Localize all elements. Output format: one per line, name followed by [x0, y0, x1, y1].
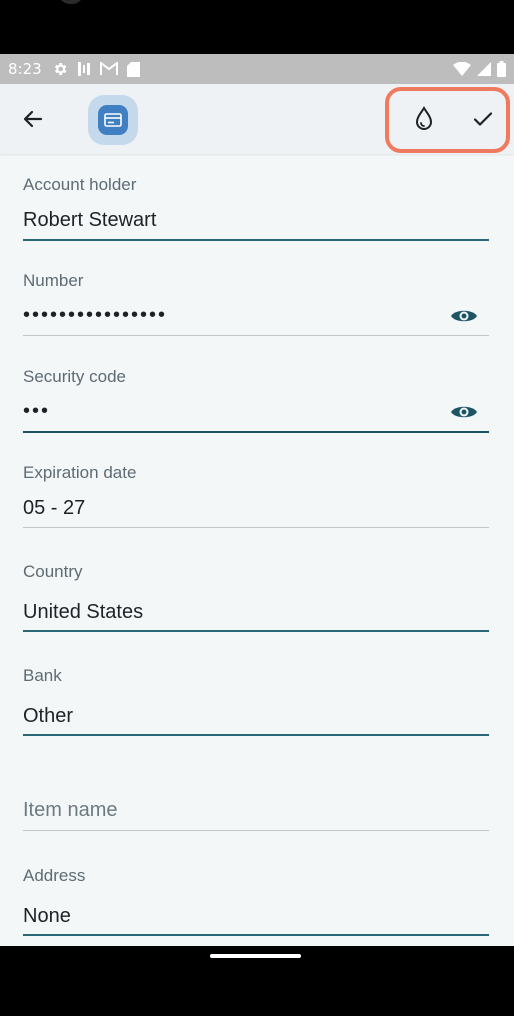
checkmark-icon [473, 112, 493, 126]
account-holder-input[interactable]: Robert Stewart [23, 209, 156, 232]
status-bar: 8:23 [0, 54, 514, 84]
item-type-badge [88, 95, 138, 145]
arrow-back-icon [23, 110, 43, 128]
address-input[interactable]: None [23, 905, 71, 928]
home-gesture-handle[interactable] [210, 954, 301, 958]
gmail-icon [99, 62, 118, 75]
field-underline [23, 630, 489, 632]
signal-icon [477, 62, 491, 76]
card-number-input[interactable]: •••••••••••••••• [23, 304, 167, 327]
data-icon [77, 62, 90, 76]
eye-icon [451, 406, 477, 418]
eye-icon [451, 310, 477, 322]
field-underline [23, 934, 489, 936]
save-button[interactable] [467, 103, 499, 135]
toggle-visibility-button[interactable] [449, 306, 479, 326]
account-holder-field[interactable]: Account holder Robert Stewart [23, 175, 489, 241]
field-underline [23, 527, 489, 528]
item-name-input[interactable]: Item name [23, 799, 117, 822]
field-underline [23, 431, 489, 433]
country-select[interactable]: United States [23, 601, 143, 624]
field-label: Country [23, 562, 83, 581]
field-underline [23, 239, 489, 241]
toggle-visibility-button[interactable] [449, 402, 479, 422]
wifi-icon [453, 62, 471, 76]
field-underline [23, 734, 489, 736]
back-button[interactable] [18, 104, 48, 134]
camera-cutout [58, 0, 84, 4]
status-time: 8:23 [8, 60, 42, 78]
top-app-bar [0, 84, 514, 154]
field-label: Expiration date [23, 463, 137, 482]
bank-field[interactable]: Bank Other [23, 666, 489, 736]
expiration-date-field[interactable]: Expiration date 05 - 27 [23, 463, 489, 529]
gear-icon [54, 63, 67, 75]
app-screen: Account holder Robert Stewart Number •••… [0, 84, 514, 946]
item-name-field[interactable]: Item name [23, 784, 489, 834]
field-label: Number [23, 271, 84, 290]
security-code-field[interactable]: Security code ••• [23, 367, 489, 433]
color-picker-button[interactable] [408, 103, 440, 135]
country-field[interactable]: Country United States [23, 562, 489, 632]
expiration-date-input[interactable]: 05 - 27 [23, 497, 85, 520]
field-label: Address [23, 866, 86, 885]
card-number-field[interactable]: Number •••••••••••••••• [23, 271, 489, 337]
bank-select[interactable]: Other [23, 705, 73, 728]
field-label: Security code [23, 367, 126, 386]
water-drop-icon [415, 106, 433, 130]
address-field[interactable]: Address None [23, 866, 489, 936]
security-code-input[interactable]: ••• [23, 400, 50, 423]
field-underline [23, 335, 489, 336]
credit-card-icon [104, 113, 122, 127]
sd-card-icon [126, 61, 140, 77]
battery-icon [497, 61, 506, 77]
field-underline [23, 830, 489, 831]
navigation-bar [0, 946, 514, 1016]
field-label: Bank [23, 666, 62, 685]
field-label: Account holder [23, 175, 137, 194]
